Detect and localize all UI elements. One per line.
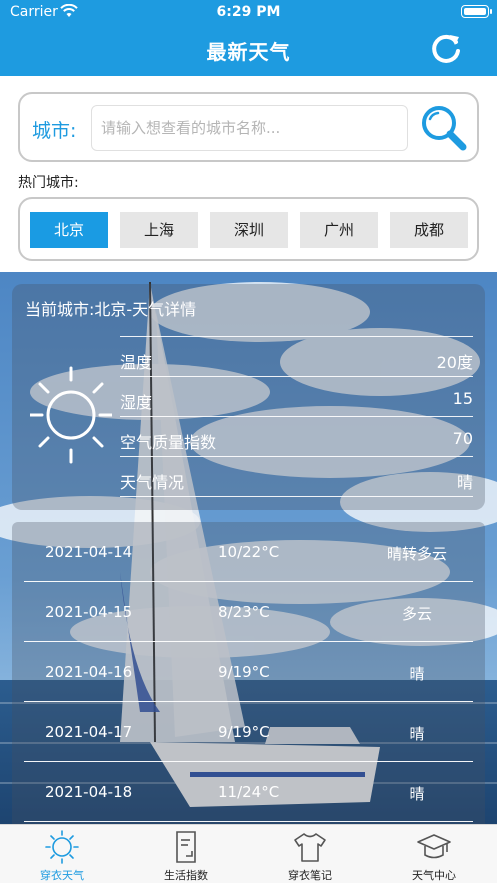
detail-label: 天气情况 bbox=[120, 473, 185, 492]
tab-clothing-weather[interactable]: 穿衣天气 bbox=[0, 825, 124, 883]
tab-label: 穿衣天气 bbox=[40, 869, 84, 882]
city-button-beijing[interactable]: 北京 bbox=[30, 212, 108, 248]
tab-label: 穿衣笔记 bbox=[288, 869, 332, 882]
forecast-row: 2021-04-16 9/19°C 晴 bbox=[24, 642, 473, 702]
hot-cities-label: 热门城市: bbox=[18, 175, 79, 191]
detail-value: 晴 bbox=[456, 473, 473, 492]
status-time: 6:29 PM bbox=[216, 4, 281, 20]
city-button-chengdu[interactable]: 成都 bbox=[390, 212, 468, 248]
detail-value: 70 bbox=[452, 429, 473, 448]
detail-row-temperature: 温度 20度 bbox=[120, 337, 473, 377]
forecast-temperature: 9/19°C bbox=[218, 663, 270, 681]
forecast-condition: 晴转多云 bbox=[386, 545, 447, 563]
search-panel: 城市: bbox=[18, 92, 479, 162]
detail-value: 20度 bbox=[436, 353, 473, 372]
tshirt-icon bbox=[294, 833, 326, 862]
search-input[interactable] bbox=[91, 105, 408, 151]
forecast-row: 2021-04-18 11/24°C 晴 bbox=[24, 762, 473, 822]
forecast-temperature: 10/22°C bbox=[218, 543, 280, 561]
sun-icon bbox=[30, 366, 112, 464]
document-icon bbox=[176, 831, 196, 863]
forecast-date: 2021-04-15 bbox=[45, 603, 133, 621]
graduation-cap-icon bbox=[417, 834, 451, 859]
detail-label: 温度 bbox=[120, 353, 153, 372]
tab-label: 生活指数 bbox=[164, 869, 208, 882]
forecast-row: 2021-04-17 9/19°C 晴 bbox=[24, 702, 473, 762]
detail-value: 15 bbox=[452, 389, 473, 408]
detail-label: 空气质量指数 bbox=[120, 433, 217, 452]
detail-label: 湿度 bbox=[120, 393, 153, 412]
forecast-condition: 晴 bbox=[409, 725, 425, 743]
current-city-title: 当前城市:北京-天气详情 bbox=[25, 300, 197, 319]
current-weather-panel: 当前城市:北京-天气详情 温度 20度 湿度 15 空气质量指数 70 天气情况… bbox=[12, 284, 485, 510]
forecast-date: 2021-04-16 bbox=[45, 663, 133, 681]
city-button-guangzhou[interactable]: 广州 bbox=[300, 212, 378, 248]
detail-row-aqi: 空气质量指数 70 bbox=[120, 417, 473, 457]
hot-cities-panel: 北京 上海 深圳 广州 成都 bbox=[18, 197, 479, 261]
forecast-date: 2021-04-17 bbox=[45, 723, 133, 741]
forecast-date: 2021-04-18 bbox=[45, 783, 133, 801]
city-label: 城市: bbox=[32, 120, 77, 142]
tab-clothing-notes[interactable]: 穿衣笔记 bbox=[248, 825, 372, 883]
city-button-shanghai[interactable]: 上海 bbox=[120, 212, 198, 248]
forecast-condition: 晴 bbox=[409, 665, 425, 683]
forecast-row: 2021-04-14 10/22°C 晴转多云 bbox=[24, 522, 473, 582]
tab-life-index[interactable]: 生活指数 bbox=[124, 825, 248, 883]
refresh-icon[interactable] bbox=[428, 31, 464, 67]
page-title: 最新天气 bbox=[206, 40, 291, 64]
forecast-temperature: 9/19°C bbox=[218, 723, 270, 741]
tab-label: 天气中心 bbox=[412, 869, 456, 882]
navigation-bar: Carrier 6:29 PM 最新天气 bbox=[0, 0, 497, 76]
forecast-list[interactable]: 2021-04-14 10/22°C 晴转多云 2021-04-15 8/23°… bbox=[12, 522, 485, 824]
forecast-condition: 多云 bbox=[401, 605, 432, 623]
forecast-condition: 晴 bbox=[409, 785, 425, 803]
sun-outline-icon bbox=[45, 830, 79, 864]
city-button-shenzhen[interactable]: 深圳 bbox=[210, 212, 288, 248]
forecast-date: 2021-04-14 bbox=[45, 543, 133, 561]
status-bar: Carrier 6:29 PM bbox=[0, 0, 497, 26]
tab-weather-center[interactable]: 天气中心 bbox=[372, 825, 496, 883]
search-icon[interactable] bbox=[418, 102, 470, 154]
forecast-row: 2021-04-15 8/23°C 多云 bbox=[24, 582, 473, 642]
forecast-temperature: 8/23°C bbox=[218, 603, 270, 621]
detail-row-humidity: 湿度 15 bbox=[120, 377, 473, 417]
battery-icon bbox=[461, 5, 492, 18]
detail-row-condition: 天气情况 晴 bbox=[120, 457, 473, 497]
forecast-temperature: 11/24°C bbox=[218, 783, 280, 801]
tab-bar: 穿衣天气 生活指数 穿衣笔记 天气中心 bbox=[0, 824, 497, 883]
